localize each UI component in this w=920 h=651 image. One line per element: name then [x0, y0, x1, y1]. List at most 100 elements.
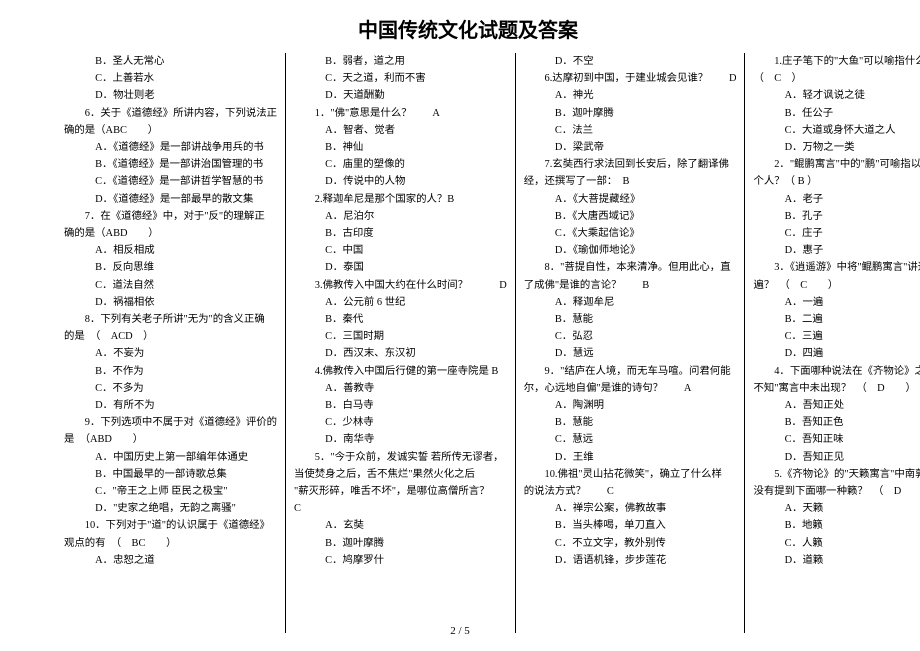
text-line: B．当头棒喝，单刀直入	[524, 517, 737, 534]
text-line: D．万物之一类	[753, 139, 920, 156]
text-line: C．慧远	[524, 431, 737, 448]
text-line: B．中国最早的一部诗歌总集	[64, 466, 277, 483]
text-line: B．慧能	[524, 414, 737, 431]
text-line: 10.佛祖"灵山拈花微笑"，确立了什么样	[524, 466, 737, 483]
text-line: A．中国历史上第一部编年体通史	[64, 449, 277, 466]
text-line: 7．在《道德经》中，对于"反"的理解正	[64, 208, 277, 225]
text-line: B．古印度	[294, 225, 507, 242]
text-line: A．《道德经》是一部讲战争用兵的书	[64, 139, 277, 156]
text-line: B．地籁	[753, 517, 920, 534]
text-line: （ C ）	[753, 70, 920, 87]
text-line: 1.庄子笔下的"大鱼"可以喻指什么？	[753, 53, 920, 70]
text-line: D．传说中的人物	[294, 173, 507, 190]
text-line: D．四遍	[753, 345, 920, 362]
text-line: D．南华寺	[294, 431, 507, 448]
text-line: D．不空	[524, 53, 737, 70]
text-line: D．王维	[524, 449, 737, 466]
text-line: 没有提到下面哪一种籁？ （ D ）	[753, 483, 920, 500]
text-line: 9．"结庐在人境，而无车马喧。问君何能	[524, 363, 737, 380]
text-line: C．不立文字，教外别传	[524, 535, 737, 552]
text-line: C．道法自然	[64, 277, 277, 294]
text-line: B．反向思维	[64, 259, 277, 276]
text-line: D．慧远	[524, 345, 737, 362]
text-line: C．"帝王之上师 臣民之极宝"	[64, 483, 277, 500]
text-line: B．任公子	[753, 105, 920, 122]
text-line: A．智者、觉者	[294, 122, 507, 139]
text-line: 8．"菩提自性，本来清净。但用此心，直	[524, 259, 737, 276]
text-line: A．禅宗公案，佛教故事	[524, 500, 737, 517]
text-line: A．老子	[753, 191, 920, 208]
text-line: 了成佛"是谁的言论？ B	[524, 277, 737, 294]
text-line: 经，还撰写了一部： B	[524, 173, 737, 190]
text-line: C．中国	[294, 242, 507, 259]
text-line: B．迦叶摩腾	[524, 105, 737, 122]
text-line: C．不多为	[64, 380, 277, 397]
text-line: D．泰国	[294, 259, 507, 276]
text-line: A．神光	[524, 87, 737, 104]
text-line: A．天籁	[753, 500, 920, 517]
text-line: D．西汉末、东汉初	[294, 345, 507, 362]
text-line: 2.释迦牟尼是那个国家的人？B	[294, 191, 507, 208]
text-line: 遍？ （ C ）	[753, 277, 920, 294]
text-line: B．《道德经》是一部讲治国管理的书	[64, 156, 277, 173]
text-line: A．陶渊明	[524, 397, 737, 414]
text-line: 的说法方式？ C	[524, 483, 737, 500]
text-line: C．《大乘起信论》	[524, 225, 737, 242]
text-line: A．吾知正处	[753, 397, 920, 414]
text-line: 4.佛教传入中国后行健的第一座寺院是 B	[294, 363, 507, 380]
text-line: 7.玄奘西行求法回到长安后，除了翻译佛	[524, 156, 737, 173]
text-line: C．人籁	[753, 535, 920, 552]
text-line: 当使焚身之后，舌不焦烂"果然火化之后	[294, 466, 507, 483]
text-line: A．尼泊尔	[294, 208, 507, 225]
text-line: 尔，心远地自偏"是谁的诗句？ A	[524, 380, 737, 397]
text-line: 6．关于《道德经》所讲内容，下列说法正	[64, 105, 277, 122]
text-line: 9．下列选项中不属于对《道德经》评价的	[64, 414, 277, 431]
text-line: 个人？（ B ）	[753, 173, 920, 190]
text-line: C	[294, 500, 507, 517]
text-line: C．庄子	[753, 225, 920, 242]
text-line: A．相反相成	[64, 242, 277, 259]
text-line: 5．"今于众前，发诚实誓 若所传无谬者，	[294, 449, 507, 466]
text-line: C．三国时期	[294, 328, 507, 345]
column-4: 1.庄子笔下的"大鱼"可以喻指什么？（ C ） A．轻才讽说之徒 B．任公子 C…	[744, 53, 920, 633]
text-line: A．轻才讽说之徒	[753, 87, 920, 104]
text-line: D．物壮则老	[64, 87, 277, 104]
text-line: D．惠子	[753, 242, 920, 259]
text-line: B．不作为	[64, 363, 277, 380]
page-title: 中国传统文化试题及答案	[56, 14, 880, 43]
text-line: 确的是（ABD ）	[64, 225, 277, 242]
text-line: B．白马寺	[294, 397, 507, 414]
text-line: 1．"佛"意思是什么？ A	[294, 105, 507, 122]
text-line: C．三遍	[753, 328, 920, 345]
text-line: C．法兰	[524, 122, 737, 139]
text-line: C．鸠摩罗什	[294, 552, 507, 569]
text-line: C．弘忍	[524, 328, 737, 345]
text-line: A．忠恕之道	[64, 552, 277, 569]
text-line: 3．《逍遥游》中将"鲲鹏寓言"讲述了几	[753, 259, 920, 276]
text-line: 确的是（ABC ）	[64, 122, 277, 139]
text-line: "薪灭形碎，唯舌不坏"，是哪位高僧所言？	[294, 483, 507, 500]
text-line: B．《大唐西域记》	[524, 208, 737, 225]
text-line: 的是 （ ACD ）	[64, 328, 277, 345]
text-line: 观点的有 （ BC ）	[64, 535, 277, 552]
text-line: B．孔子	[753, 208, 920, 225]
text-line: A．一遍	[753, 294, 920, 311]
text-line: 4．下面哪种说法在《齐物论》之"三问三	[753, 363, 920, 380]
text-line: C．上善若水	[64, 70, 277, 87]
text-line: A．玄奘	[294, 517, 507, 534]
text-line: D．吾知正见	[753, 449, 920, 466]
text-line: B．圣人无常心	[64, 53, 277, 70]
text-line: C．大道或身怀大道之人	[753, 122, 920, 139]
text-line: 5.《齐物论》的"天籁寓言"中南郭子綦	[753, 466, 920, 483]
text-line: D．天道酬勤	[294, 87, 507, 104]
text-line: B．秦代	[294, 311, 507, 328]
text-line: D．有所不为	[64, 397, 277, 414]
text-line: B．迦叶摩腾	[294, 535, 507, 552]
text-line: 10．下列对于"道"的认识属于《道德经》	[64, 517, 277, 534]
text-line: 8．下列有关老子所讲"无为"的含义正确	[64, 311, 277, 328]
text-line: 6.达摩初到中国，于建业城会见谁？ D	[524, 70, 737, 87]
text-line: D．道籁	[753, 552, 920, 569]
column-container: B．圣人无常心 C．上善若水 D．物壮则老 6．关于《道德经》所讲内容，下列说法…	[56, 53, 880, 633]
column-3: D．不空 6.达摩初到中国，于建业城会见谁？ D A．神光 B．迦叶摩腾 C．法…	[515, 53, 745, 633]
column-1: B．圣人无常心 C．上善若水 D．物壮则老 6．关于《道德经》所讲内容，下列说法…	[56, 53, 285, 633]
